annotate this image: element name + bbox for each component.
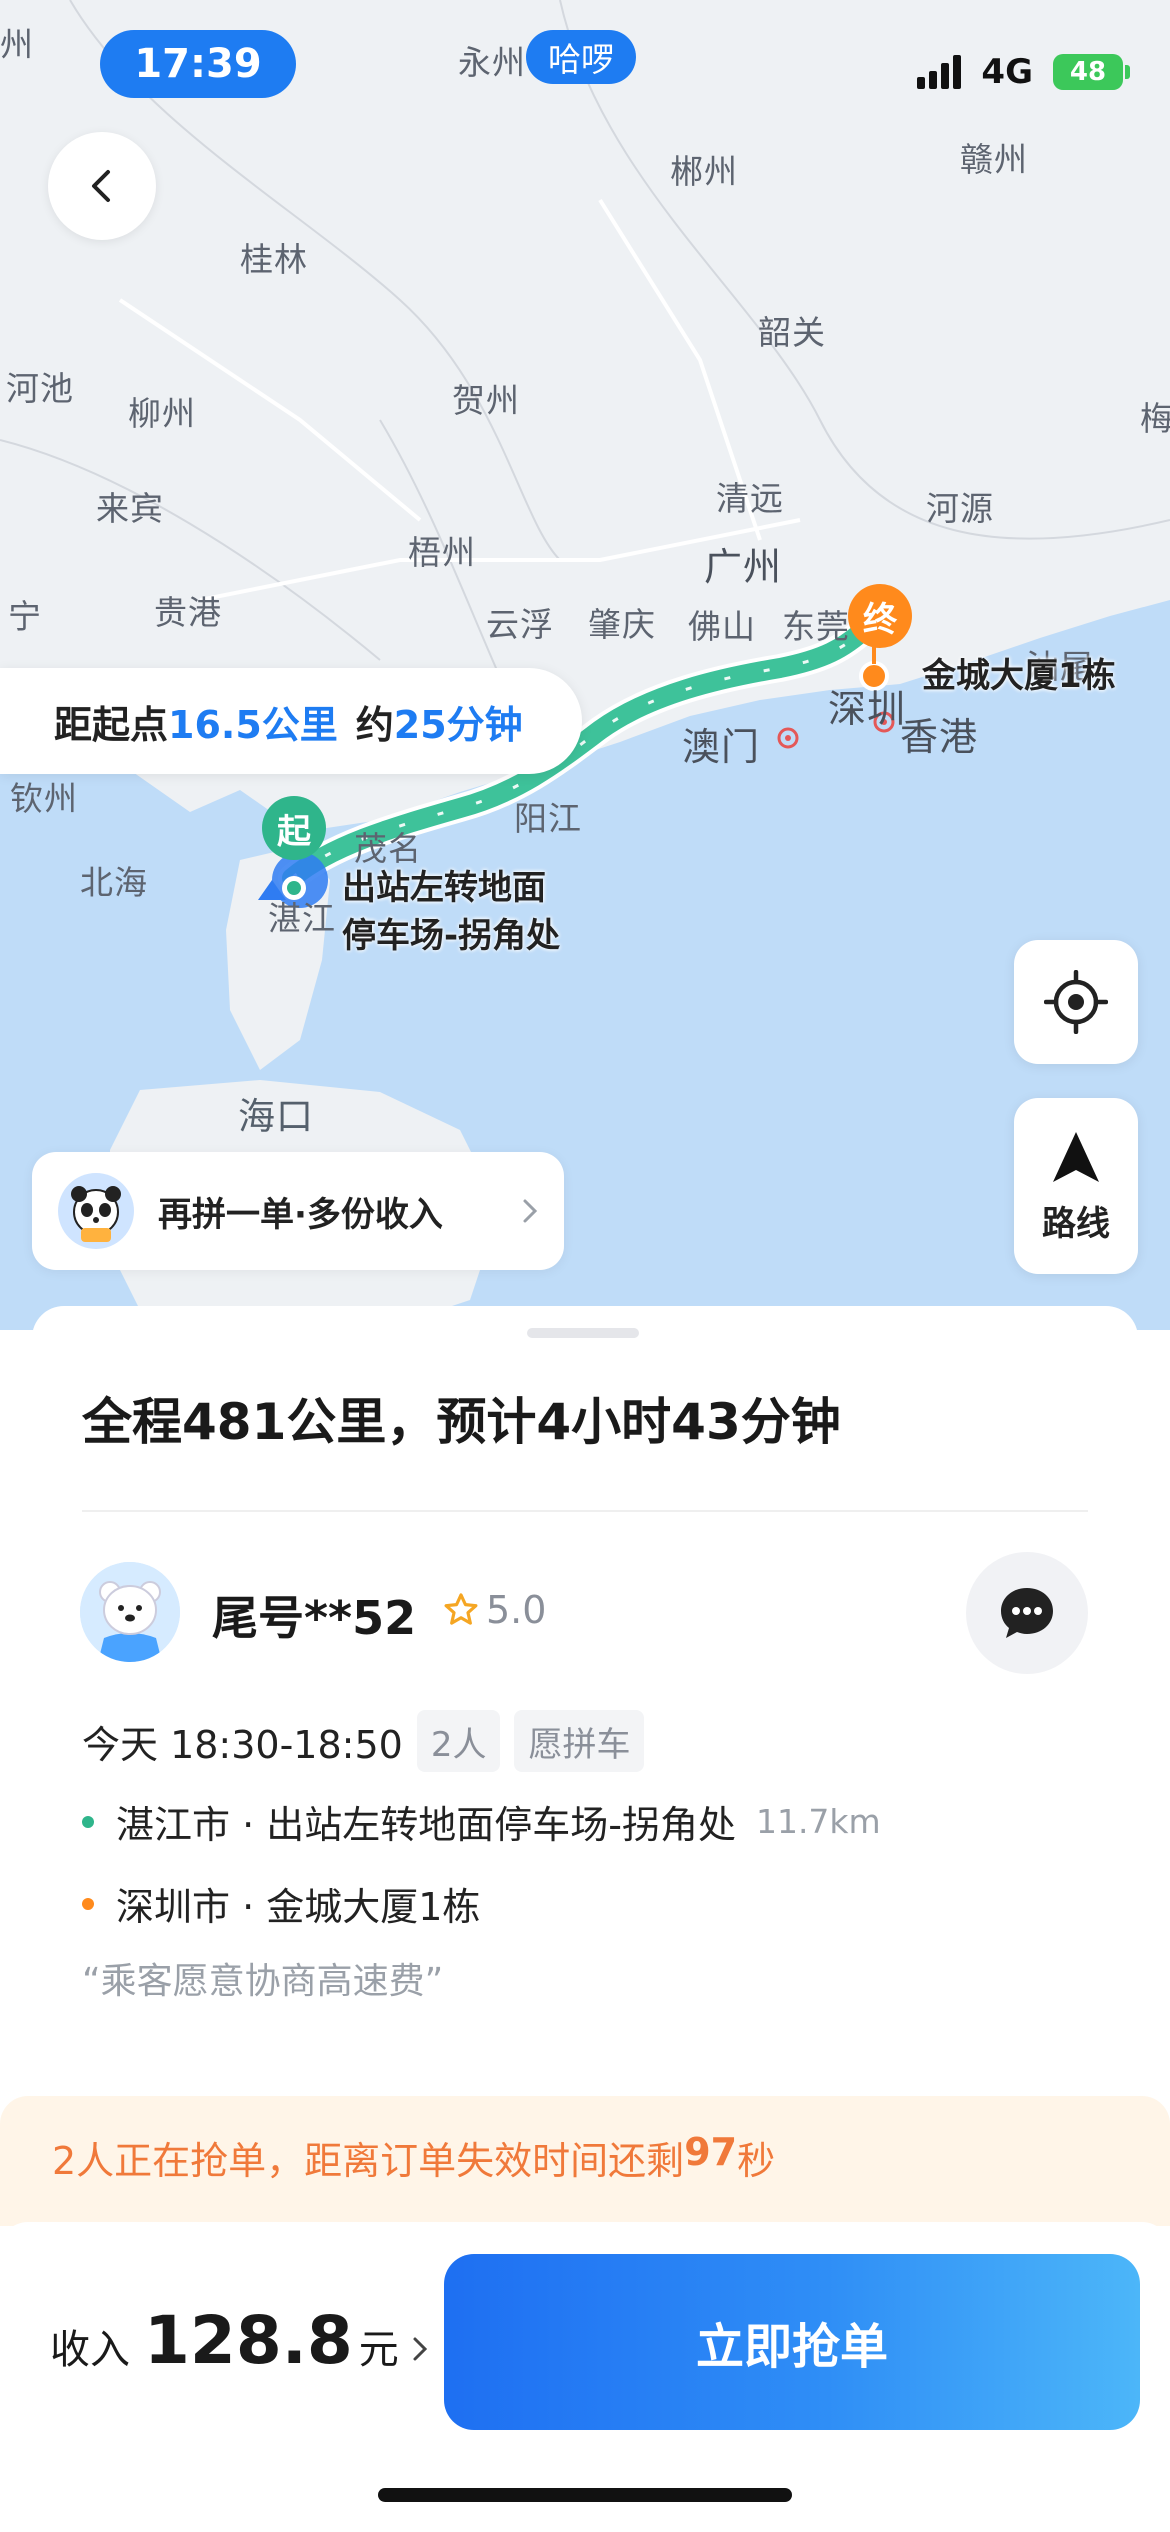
- chat-button[interactable]: [966, 1552, 1088, 1674]
- city-label: 柳州: [128, 394, 196, 433]
- grab-order-button[interactable]: 立即抢单: [444, 2254, 1140, 2430]
- battery-icon: 48: [1053, 54, 1130, 90]
- countdown-seconds: 97: [684, 2130, 738, 2174]
- battery-level: 48: [1053, 54, 1123, 90]
- city-label: 贺州: [452, 381, 520, 420]
- navigation-arrow-icon: [1053, 1131, 1099, 1182]
- city-label: 肇庆: [588, 605, 656, 644]
- end-location-label: 金城大厦1栋: [922, 656, 1116, 696]
- city-label-major: 澳门: [682, 725, 761, 769]
- pickup-address-row: 湛江市 · 出站左转地面停车场-拐角处 11.7km: [82, 1794, 881, 1849]
- city-label: 北海: [80, 863, 148, 902]
- start-location-label: 出站左转地面 停车场-拐角处: [342, 864, 560, 960]
- city-label: 东莞: [782, 607, 850, 646]
- pickup-distance: 11.7km: [755, 1802, 881, 1841]
- city-label-major: 香港: [900, 715, 979, 759]
- city-label: 阳江: [514, 799, 582, 838]
- city-label: 赣州: [960, 140, 1028, 179]
- city-label: 钦州: [10, 779, 78, 818]
- city-label: 梅: [1140, 399, 1170, 438]
- income-amount: 128.8: [144, 2302, 353, 2379]
- bear-avatar-icon: [80, 1562, 180, 1662]
- pickup-dot-icon: [82, 1815, 94, 1828]
- city-label: 郴州: [670, 152, 738, 191]
- order-detail-card: 全程481公里，预计4小时43分钟 尾号**52 5.0 今天 18:30-18…: [32, 1306, 1138, 2064]
- pickup-time-window: 今天 18:30-18:50: [82, 1722, 403, 1767]
- rating-value: 5.0: [486, 1588, 547, 1632]
- city-label: 河池: [6, 369, 74, 408]
- pickup-time-row: 今天 18:30-18:50 2人 愿拼车: [82, 1710, 645, 1772]
- start-marker: 起: [262, 796, 326, 860]
- city-label: 茂名: [354, 829, 422, 868]
- panda-avatar-icon: [58, 1173, 134, 1249]
- promo-text: 再拼一单·多份收入: [158, 1194, 443, 1235]
- distance-time: 25分钟: [393, 702, 523, 747]
- dropoff-dot-icon: [82, 1897, 94, 1910]
- city-label-major: 广州: [704, 545, 783, 589]
- income-unit: 元: [358, 2327, 399, 2373]
- city-label: 云浮: [486, 605, 554, 644]
- countdown-banner: 2人正在抢单，距离订单失效时间还剩 97 秒: [0, 2096, 1170, 2226]
- passenger-count-tag: 2人: [416, 1710, 501, 1772]
- city-label: 河源: [926, 489, 994, 528]
- app-indicator-pill[interactable]: 哈啰: [526, 30, 636, 84]
- countdown-suffix: 秒: [737, 2139, 776, 2183]
- network-type: 4G: [981, 52, 1033, 92]
- map-view[interactable]: 州 永州郴州 赣州桂林韶关河池柳州 贺州 梅来宾 清远 河源梧州宁 贵港 云浮 肇庆 佛山 东莞钦州阳…: [0, 0, 1170, 1330]
- city-label: 梧州: [408, 533, 476, 572]
- start-label-line2: 停车场-拐角处: [342, 916, 561, 956]
- city-label: 湛江: [268, 899, 336, 938]
- dropoff-address-row: 深圳市 · 金城大厦1栋: [82, 1876, 480, 1931]
- income-display[interactable]: 收入 128.8 元: [50, 2302, 429, 2379]
- signal-icon: [917, 55, 962, 89]
- start-label-line1: 出站左转地面: [342, 868, 546, 908]
- status-right: 4G 48: [917, 52, 1130, 92]
- end-marker: 终: [848, 584, 912, 648]
- passenger-avatar[interactable]: [80, 1562, 180, 1662]
- chevron-right-icon: [523, 1199, 538, 1223]
- distance-to-start-pill: 距起点 16.5公里 约 25分钟: [0, 668, 582, 774]
- city-label: 州: [0, 25, 34, 64]
- city-label: 宁: [8, 597, 42, 636]
- route-button-label: 路线: [1042, 1203, 1110, 1244]
- carpool-tag: 愿拼车: [514, 1710, 645, 1772]
- city-label: 桂林: [240, 240, 308, 279]
- home-indicator[interactable]: [378, 2488, 792, 2502]
- city-label: 清远: [716, 479, 784, 518]
- status-time: 17:39: [100, 30, 296, 98]
- drag-handle[interactable]: [527, 1328, 639, 1338]
- chevron-left-icon: [92, 170, 110, 202]
- back-button[interactable]: [48, 132, 156, 240]
- dropoff-address: 深圳市 · 金城大厦1栋: [116, 1885, 481, 1929]
- city-label: 贵港: [154, 593, 222, 632]
- city-label: 来宾: [96, 489, 164, 528]
- chat-bubble-icon: [1001, 1588, 1053, 1638]
- countdown-prefix: 2人正在抢单，距离订单失效时间还剩: [52, 2139, 685, 2183]
- trip-summary: 全程481公里，预计4小时43分钟: [82, 1393, 841, 1451]
- distance-mid: 约: [355, 702, 394, 747]
- city-label-major: 深圳: [828, 687, 907, 731]
- city-label: 韶关: [758, 313, 826, 352]
- locate-button[interactable]: [1014, 940, 1138, 1064]
- city-label-haikou: 海口: [238, 1095, 314, 1138]
- bottom-action-bar: 收入 128.8 元 立即抢单: [0, 2222, 1170, 2532]
- distance-prefix: 距起点: [54, 702, 169, 747]
- carpool-promo-banner[interactable]: 再拼一单·多份收入: [32, 1152, 564, 1270]
- divider: [82, 1510, 1088, 1512]
- city-label: 永州: [458, 43, 526, 82]
- income-label: 收入: [50, 2327, 130, 2373]
- passenger-note: “乘客愿意协商高速费”: [82, 1961, 444, 2002]
- crosshair-icon: [1044, 970, 1108, 1034]
- route-button[interactable]: 路线: [1014, 1098, 1138, 1274]
- star-icon: [444, 1593, 478, 1625]
- chevron-right-icon: [413, 2337, 427, 2361]
- passenger-rating: 5.0: [442, 1588, 546, 1632]
- city-label: 佛山: [688, 607, 756, 646]
- pickup-address: 湛江市 · 出站左转地面停车场-拐角处: [116, 1803, 736, 1847]
- distance-value: 16.5公里: [168, 702, 338, 747]
- passenger-name: 尾号**52: [212, 1591, 417, 1645]
